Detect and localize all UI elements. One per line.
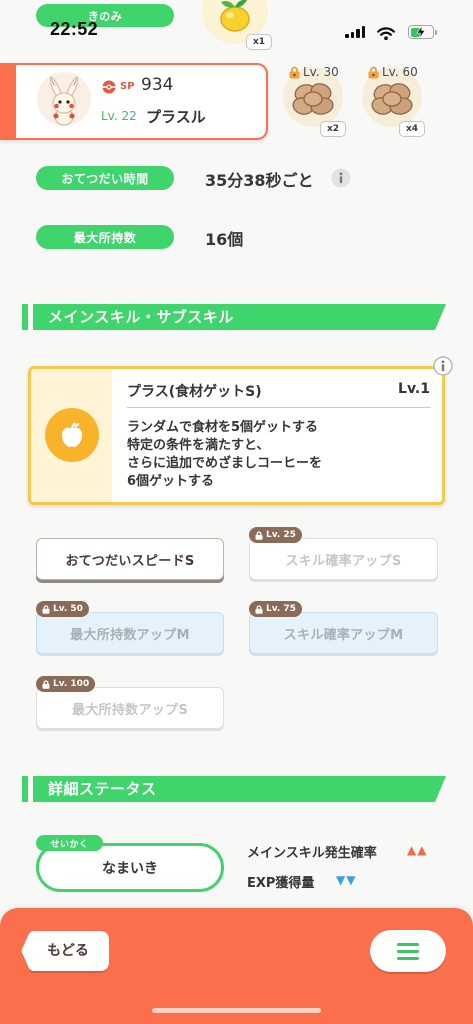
sp-value: 934 [141, 75, 174, 95]
bottom-bar: もどる [0, 908, 473, 1024]
sub-skill-name: スキル確率アップS [285, 553, 402, 569]
menu-icon [397, 942, 419, 946]
ingredient-unlock-label: Lv. 30 [289, 65, 339, 79]
sp-icon [102, 80, 116, 94]
menu-icon [397, 956, 419, 960]
lock-icon [368, 66, 379, 78]
sub-skill-name: 最大所持数アップM [70, 627, 190, 643]
sub-skill-name: スキル確率アップM [283, 627, 404, 643]
ingredient-unlock-level: Lv. 60 [382, 65, 418, 79]
lock-icon [255, 530, 263, 540]
ingredient-count-badge: x4 [399, 121, 425, 137]
charging-bolt-icon [416, 26, 426, 38]
ingredient-unlock-level: Lv. 30 [303, 65, 339, 79]
back-button-label: もどる [47, 943, 89, 959]
main-skill-icon-panel [31, 369, 112, 502]
ingredient-icon [292, 83, 334, 115]
unlock-level-tag: Lv. 25 [249, 527, 302, 543]
description-line: さらに追加でめざましコーヒーを [127, 456, 323, 471]
sub-skill-name: おてつだいスピードS [65, 553, 195, 569]
menu-icon [397, 949, 419, 953]
unlock-level-tag: Lv. 75 [249, 601, 302, 617]
nature-tag-label: せいかく [50, 839, 89, 850]
lock-icon [289, 66, 300, 78]
sub-skill-button[interactable]: スキル確率アップM [249, 612, 438, 654]
back-button[interactable]: もどる [20, 930, 110, 974]
wifi-icon [377, 25, 395, 44]
unlock-level-label: Lv. 100 [53, 679, 90, 689]
berry-count-badge: x1 [246, 34, 272, 50]
skills-section-header: メインスキル・サブスキル [22, 304, 446, 330]
main-skill-level: Lv.1 [398, 381, 430, 397]
lock-icon [42, 604, 50, 614]
sub-skill-button[interactable]: 最大所持数アップM [36, 612, 224, 654]
main-skill-info-icon[interactable] [433, 356, 453, 376]
nature-effect-down-label: EXP獲得量 [247, 876, 315, 891]
unlock-level-tag: Lv. 100 [36, 676, 96, 692]
signal-bar [345, 34, 349, 38]
battery-tip [435, 29, 437, 35]
sp-label: SP [120, 81, 135, 92]
up-arrows-icon: ▲▲ [407, 843, 428, 857]
down-arrows-icon: ▼▼ [336, 873, 357, 887]
info-icon[interactable] [331, 168, 351, 188]
pokemon-card[interactable]: SP 934 Lv. 22 プラスル [0, 63, 268, 140]
main-skill-icon-circle [45, 408, 99, 462]
stat-label: 最大所持数 [73, 230, 137, 245]
stat-label: おてつだい時間 [61, 171, 149, 186]
signal-bar [356, 29, 360, 38]
status-section-header: 詳細ステータス [22, 776, 446, 802]
home-indicator[interactable] [152, 1008, 321, 1013]
unlock-level-label: Lv. 75 [266, 604, 296, 614]
battery-charging-icon [408, 25, 438, 39]
max-carry-label: 最大所持数 [36, 225, 174, 249]
nature-value: なまいき [102, 860, 158, 877]
section-title: 詳細ステータス [48, 780, 157, 798]
help-time-label: おてつだい時間 [36, 166, 174, 190]
section-header-bar [22, 304, 28, 330]
max-carry-value: 16個 [205, 230, 244, 249]
lock-icon [42, 679, 50, 689]
description-line: 特定の条件を満たすと、 [127, 438, 270, 453]
sub-skill-name: 最大所持数アップS [71, 702, 189, 718]
main-skill-name: プラス(食材ゲットS) [127, 384, 262, 400]
ingredient-unlock-label: Lv. 60 [368, 65, 418, 79]
apple-icon [62, 422, 82, 447]
divider [127, 407, 431, 408]
description-line: ランダムで食材を5個ゲットする [127, 420, 319, 435]
pokemon-name: プラスル [146, 108, 206, 126]
pokemon-level: Lv. 22 [101, 109, 137, 123]
ingredient-slot[interactable]: Lv. 30 x2 [283, 65, 349, 138]
help-time-value: 35分38秒ごと [205, 171, 314, 190]
unlock-level-tag: Lv. 50 [36, 601, 89, 617]
cellular-signal-icon [345, 26, 367, 38]
unlock-level-label: Lv. 50 [53, 604, 83, 614]
sub-skill-button[interactable]: おてつだいスピードS [36, 538, 224, 580]
menu-button[interactable] [370, 930, 446, 972]
nature-tag: せいかく [36, 835, 103, 851]
section-header-bar [22, 776, 28, 802]
signal-bar [350, 31, 354, 38]
section-title: メインスキル・サブスキル [48, 308, 234, 326]
status-time: 22:52 [50, 19, 99, 39]
ingredient-count-badge: x2 [320, 121, 346, 137]
ingredient-icon [371, 83, 413, 115]
main-skill-description: ランダムで食材を5個ゲットする 特定の条件を満たすと、 さらに追加でめざましコー… [127, 419, 322, 491]
unlock-level-label: Lv. 25 [266, 530, 296, 540]
description-line: 6個ゲットする [127, 474, 215, 489]
nature-effect-up-label: メインスキル発生確率 [247, 846, 377, 861]
ingredient-slot[interactable]: Lv. 60 x4 [362, 65, 428, 138]
lock-icon [255, 604, 263, 614]
sub-skill-button[interactable]: スキル確率アップS [249, 538, 438, 580]
sub-skill-button[interactable]: 最大所持数アップS [36, 687, 224, 729]
main-skill-card: プラス(食材ゲットS) Lv.1 ランダムで食材を5個ゲットする 特定の条件を満… [28, 366, 445, 505]
signal-bar [361, 26, 365, 38]
pokemon-avatar-icon [37, 72, 91, 126]
berry-icon [220, 0, 250, 32]
